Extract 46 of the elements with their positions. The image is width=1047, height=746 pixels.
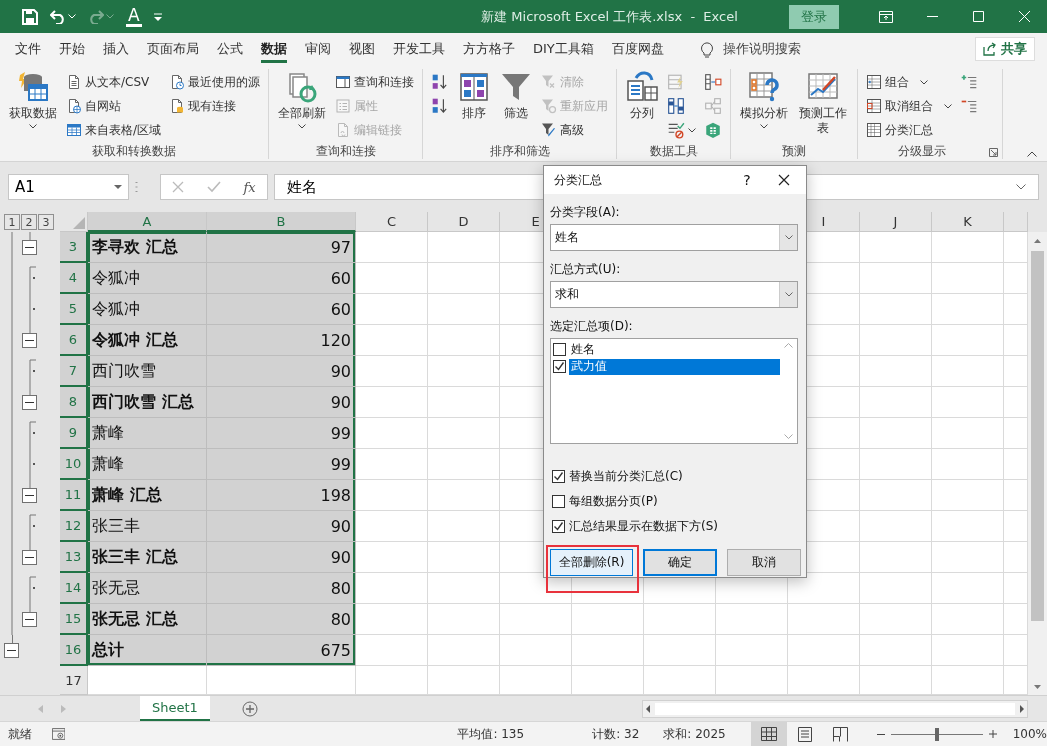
group-label: 数据工具 — [648, 143, 699, 159]
dialog-title: 分类汇总 — [554, 171, 603, 189]
table-cell: 萧峰 汇总 — [88, 480, 207, 511]
group-label: 排序和筛选 — [488, 143, 551, 159]
group-label: 查询和连接 — [314, 143, 377, 159]
table-cell: 张无忌 汇总 — [88, 604, 207, 635]
table-cell: 198 — [207, 480, 356, 511]
table-cell: 萧峰 — [88, 449, 207, 480]
table-cell: 99 — [207, 418, 356, 449]
checkbox-label: 每组数据分页(P) — [569, 493, 658, 510]
table-cell: 97 — [207, 232, 356, 263]
table-cell: 总计 — [88, 635, 207, 666]
group-label: 预测 — [781, 143, 808, 159]
table-cell: 令狐冲 — [88, 263, 207, 294]
table-cell: 90 — [207, 511, 356, 542]
table-cell: 120 — [207, 325, 356, 356]
field-label: 汇总方式(U): — [550, 261, 622, 277]
zoom-level: 100% — [1012, 727, 1047, 741]
table-cell: 90 — [207, 356, 356, 387]
table-cell: 675 — [207, 635, 356, 666]
table-cell: 萧峰 — [88, 418, 207, 449]
table-cell: 张三丰 汇总 — [88, 542, 207, 573]
table-cell: 张三丰 — [88, 511, 207, 542]
table-cell: 令狐冲 汇总 — [88, 325, 207, 356]
field-label: 选定汇总项(D): — [550, 318, 634, 334]
table-cell: 99 — [207, 449, 356, 480]
table-cell: 西门吹雪 — [88, 356, 207, 387]
table-cell: 60 — [207, 294, 356, 325]
status-stat: 平均值: 135 — [457, 725, 525, 743]
window-title: 新建 Microsoft Excel 工作表.xlsx - Excel — [480, 7, 739, 26]
table-cell: 令狐冲 — [88, 294, 207, 325]
checkbox-label: 汇总结果显示在数据下方(S) — [569, 518, 718, 535]
status-text: 就绪 — [7, 725, 33, 743]
table-cell: 张无忌 — [88, 573, 207, 604]
table-cell: 80 — [207, 573, 356, 604]
table-cell: 80 — [207, 604, 356, 635]
status-stat: 求和: 2025 — [663, 725, 726, 743]
table-cell: 90 — [207, 542, 356, 573]
table-cell: 西门吹雪 汇总 — [88, 387, 207, 418]
status-stat: 计数: 32 — [592, 725, 640, 743]
table-cell: 90 — [207, 387, 356, 418]
checkbox-label: 替换当前分类汇总(C) — [569, 468, 683, 485]
group-label: 分级显示 — [896, 143, 947, 159]
table-cell: 60 — [207, 263, 356, 294]
table-cell: 李寻欢 汇总 — [88, 232, 207, 263]
group-label: 获取和转换数据 — [91, 143, 177, 159]
